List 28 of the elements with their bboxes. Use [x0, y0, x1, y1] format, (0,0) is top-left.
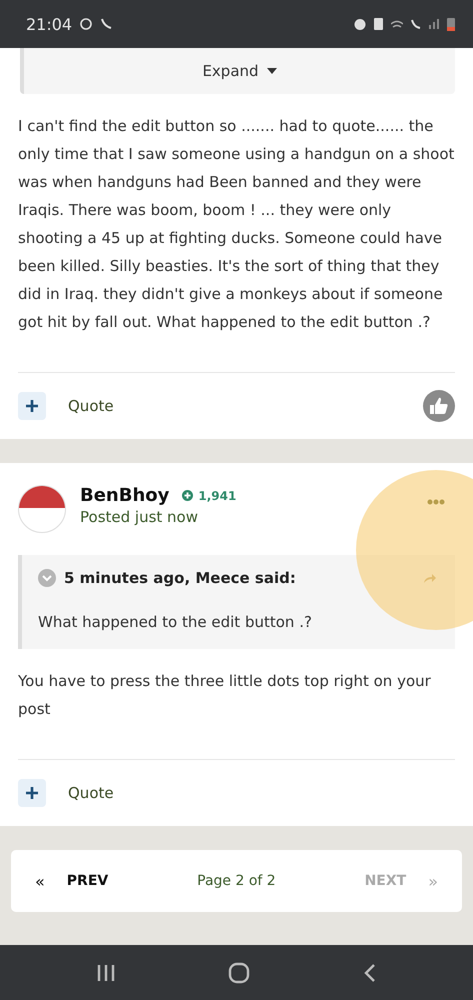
sim-card-icon: [374, 18, 383, 30]
signal-icon: [429, 19, 439, 29]
author-name[interactable]: BenBhoy: [80, 485, 170, 506]
page-indicator[interactable]: Page 2 of 2: [197, 873, 276, 889]
post-text: I can't find the edit button so ....... had to quote...... the only time that I saw someone using a handgun on a shoot was when handguns had Been banned and they were Iraqis. There was boom, boom ! ... they were only shooting a 45 up at fighting ducks. Someone could have been killed. Silly beasties. It's the sort of thing that they did in Iraq. they didn't give a monkeys about if someone got hit by fall out. What happened to the edit button .?: [18, 112, 455, 373]
expand-button[interactable]: Expand: [202, 62, 277, 80]
quote-text: What happened to the edit button .?: [38, 613, 313, 631]
plus-icon: [182, 490, 194, 501]
reputation-count: 1,941: [198, 488, 236, 502]
battery-icon: [447, 18, 455, 30]
post-text: You have to press the three little dots top right on your post: [18, 667, 455, 760]
quote-link[interactable]: Quote: [68, 784, 114, 802]
avatar: [18, 485, 66, 533]
thumbs-up-icon[interactable]: [423, 390, 455, 422]
status-time: 21:04: [26, 14, 72, 34]
plus-icon: [26, 400, 38, 412]
caret-icon: [266, 68, 277, 74]
recent-apps-icon[interactable]: [96, 964, 116, 982]
quote-link[interactable]: Quote: [68, 397, 114, 415]
add-multiquote-button[interactable]: [18, 392, 46, 420]
back-icon[interactable]: [362, 962, 377, 982]
wifi-icon: [391, 20, 403, 28]
previous-page-button[interactable]: « PREV: [35, 872, 108, 890]
add-multiquote-button[interactable]: [18, 779, 46, 807]
quote-header: 5 minutes ago, Meece said:: [64, 569, 296, 587]
home-icon[interactable]: [228, 962, 250, 984]
post-time: Posted just now: [80, 508, 199, 526]
plus-icon: [26, 787, 38, 799]
